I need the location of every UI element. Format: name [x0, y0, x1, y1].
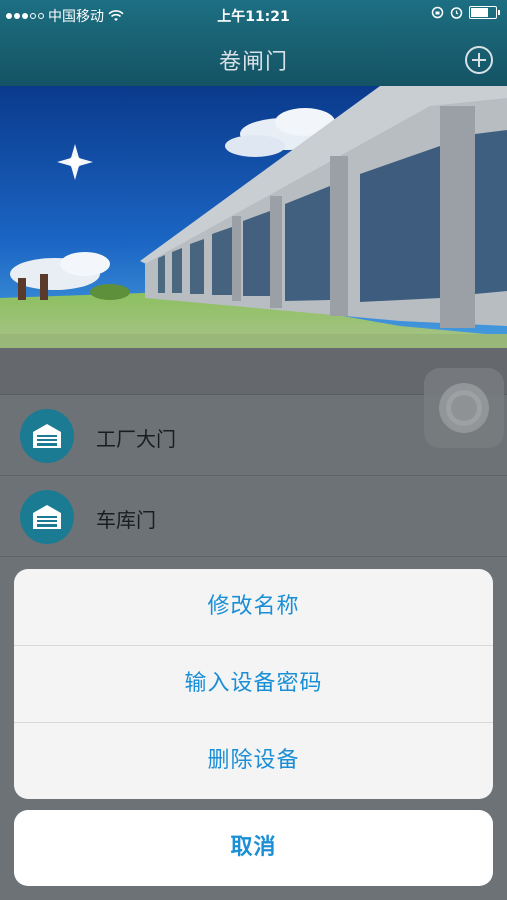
navigation-bar: 卷闸门 [0, 30, 507, 86]
app-screen: 中国移动 上午11:21 卷闸门 工厂大门 车库门 修改名称 输入设备密码 删除… [0, 0, 507, 900]
banner-image [0, 86, 507, 348]
rename-option[interactable]: 修改名称 [14, 569, 493, 646]
page-title: 卷闸门 [218, 50, 288, 75]
device-row[interactable]: 车库门 [0, 476, 507, 557]
factory-illustration [0, 86, 507, 348]
alarm-icon [450, 7, 463, 19]
device-name: 车库门 [96, 508, 156, 532]
delete-device-option[interactable]: 删除设备 [14, 723, 493, 799]
add-device-button[interactable] [465, 46, 493, 74]
status-bar: 中国移动 上午11:21 [0, 0, 507, 30]
action-sheet: 修改名称 输入设备密码 删除设备 [14, 569, 493, 799]
status-right [431, 6, 500, 19]
garage-door-icon [20, 409, 74, 463]
garage-door-icon [20, 490, 74, 544]
assistive-touch-dot [451, 395, 477, 421]
enter-password-option[interactable]: 输入设备密码 [14, 646, 493, 723]
orientation-lock-icon [431, 6, 444, 19]
assistive-touch-button[interactable] [424, 368, 504, 448]
cancel-button[interactable]: 取消 [14, 810, 493, 886]
battery-fill [471, 8, 488, 17]
device-name: 工厂大门 [96, 427, 176, 451]
battery-icon [469, 6, 500, 19]
